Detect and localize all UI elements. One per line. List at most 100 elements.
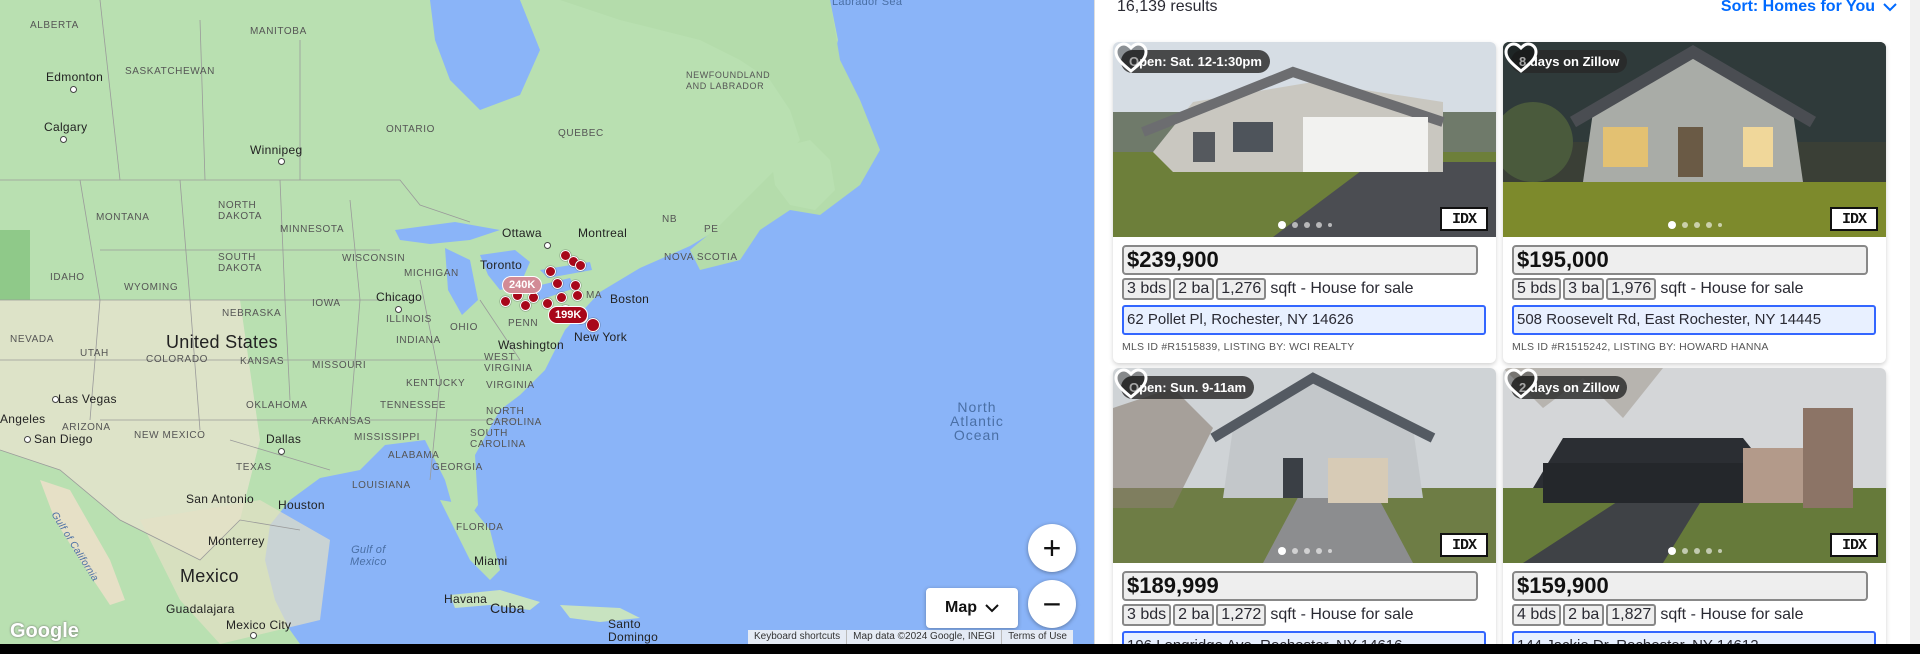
zoom-in-button[interactable]: + [1028,524,1076,572]
label-edmonton: Edmonton [46,70,104,84]
keyboard-shortcuts-link[interactable]: Keyboard shortcuts [748,630,848,644]
sort-label: Sort: Homes for You [1720,0,1875,15]
label-iowa: IOWA [312,298,341,309]
listing-pin[interactable] [572,290,583,301]
sqft: 1,276 [1216,278,1267,300]
zoom-out-button[interactable]: − [1028,580,1076,628]
heart-icon[interactable] [1113,42,1149,74]
price-pin-240k[interactable]: 240K [502,276,543,294]
listing-address-link[interactable]: 144 Jackie Dr, Rochester, NY 14612 [1512,631,1876,644]
listing-pin[interactable] [586,318,600,332]
label-tennessee: TENNESSEE [380,400,446,411]
listing-facts: 3 bds 2 ba 1,276 sqft - House for sale [1122,277,1488,301]
label-cuba: Cuba [490,600,525,616]
listing-price: $159,900 [1512,571,1868,601]
listing-facts: 5 bds 3 ba 1,976 sqft - House for sale [1512,277,1878,301]
listing-pin[interactable] [545,266,556,277]
label-saskatchewan: SASKATCHEWAN [125,66,215,77]
listing-photo[interactable]: 2 days on Zillow IDX [1503,368,1886,563]
label-north-dakota: NORTH DAKOTA [218,200,262,222]
label-mexico-city: Mexico City [226,618,292,632]
photo-carousel-dots[interactable] [1277,547,1332,555]
label-san-diego: San Diego [34,432,93,446]
label-montreal: Montreal [578,226,628,240]
label-montana: MONTANA [96,212,150,223]
label-south-dakota: SOUTH DAKOTA [218,252,262,274]
label-united-states: United States [166,332,278,352]
terms-of-use-link[interactable]: Terms of Use [1002,630,1073,644]
listing-address-link[interactable]: 62 Pollet Pl, Rochester, NY 14626 [1122,305,1486,335]
listing-photo[interactable]: Open: Sat. 12-1:30pm IDX [1113,42,1496,237]
listing-card[interactable]: Open: Sun. 9-11am IDX $189,999 3 bds 2 b… [1113,368,1496,644]
label-michigan: MICHIGAN [404,268,459,279]
label-calgary: Calgary [44,120,88,134]
label-washington: Washington [498,338,564,352]
label-illinois: ILLINOIS [386,314,432,325]
label-las-vegas: Las Vegas [58,392,117,406]
listing-pin[interactable] [500,296,511,307]
heart-icon[interactable] [1503,42,1539,74]
listing-photo[interactable]: 8 days on Zillow IDX [1503,42,1886,237]
label-boston: Boston [610,292,650,306]
sqft: 1,827 [1606,604,1657,626]
listing-address-link[interactable]: 196 Longridge Ave, Rochester, NY 14616 [1122,631,1486,644]
city-dot [278,448,285,455]
label-nevada: NEVADA [10,334,54,345]
price-pin-199k[interactable]: 199K [548,306,589,324]
photo-carousel-dots[interactable] [1667,547,1722,555]
map-canvas[interactable] [0,0,1094,644]
sort-dropdown[interactable]: Sort: Homes for You [1721,0,1897,16]
city-dot [395,306,402,313]
baths: 2 ba [1173,604,1215,626]
label-manitoba: MANITOBA [250,26,307,37]
label-texas: TEXAS [236,462,272,473]
label-wisconsin: WISCONSIN [342,253,406,264]
listing-card[interactable]: 8 days on Zillow IDX $195,000 5 bds 3 ba… [1503,42,1886,363]
listing-address-link[interactable]: 508 Roosevelt Rd, East Rochester, NY 144… [1512,305,1876,335]
label-kentucky: KENTUCKY [406,378,466,389]
map-panel[interactable]: Labrador Sea ALBERTA MANITOBA SASKATCHEW… [0,0,1094,644]
beds: 5 bds [1512,278,1562,300]
label-guadalajara: Guadalajara [166,602,235,616]
label-new-york: New York [574,330,628,344]
listing-pin[interactable] [556,292,567,303]
sqft: 1,976 [1606,278,1657,300]
property-type: sqft - House for sale [1660,606,1804,623]
heart-icon[interactable] [1113,368,1149,400]
city-dot [70,86,77,93]
label-mississippi: MISSISSIPPI [354,432,421,443]
label-indiana: INDIANA [396,335,441,346]
map-type-dropdown[interactable]: Map [926,588,1018,628]
listing-card[interactable]: 2 days on Zillow IDX $159,900 4 bds 2 ba… [1503,368,1886,644]
map-type-label: Map [945,599,977,616]
label-los-angeles: Angeles [0,412,46,426]
listing-pin[interactable] [552,278,563,289]
map-data-attribution: Map data ©2024 Google, INEGI [847,630,1003,644]
photo-carousel-dots[interactable] [1277,221,1332,229]
city-dot [60,136,67,143]
heart-icon[interactable] [1503,368,1539,400]
label-north-atlantic: North Atlantic Ocean [950,399,1004,443]
label-chicago: Chicago [376,290,423,304]
listing-price: $239,900 [1122,245,1478,275]
idx-logo: IDX [1830,207,1878,231]
results-header: 16,139 results Sort: Homes for You [1117,0,1897,20]
listing-card[interactable]: Open: Sat. 12-1:30pm IDX $239,900 3 bds … [1113,42,1496,363]
baths: 3 ba [1563,278,1605,300]
photo-carousel-dots[interactable] [1667,221,1722,229]
label-new-mexico: NEW MEXICO [134,430,206,441]
property-type: sqft - House for sale [1270,280,1414,297]
baths: 2 ba [1563,604,1605,626]
listing-photo[interactable]: Open: Sun. 9-11am IDX [1113,368,1496,563]
results-panel[interactable]: 16,139 results Sort: Homes for You Open:… [1094,0,1920,644]
property-type: sqft - House for sale [1660,280,1804,297]
beds: 4 bds [1512,604,1562,626]
label-ottawa: Ottawa [502,226,542,240]
listing-pin[interactable] [520,300,531,311]
label-ontario: ONTARIO [386,124,436,135]
listing-pin[interactable] [575,260,586,271]
scrollbar[interactable] [1910,0,1920,644]
chevron-down-icon [1883,2,1897,12]
beds: 3 bds [1122,604,1172,626]
sqft: 1,272 [1216,604,1267,626]
